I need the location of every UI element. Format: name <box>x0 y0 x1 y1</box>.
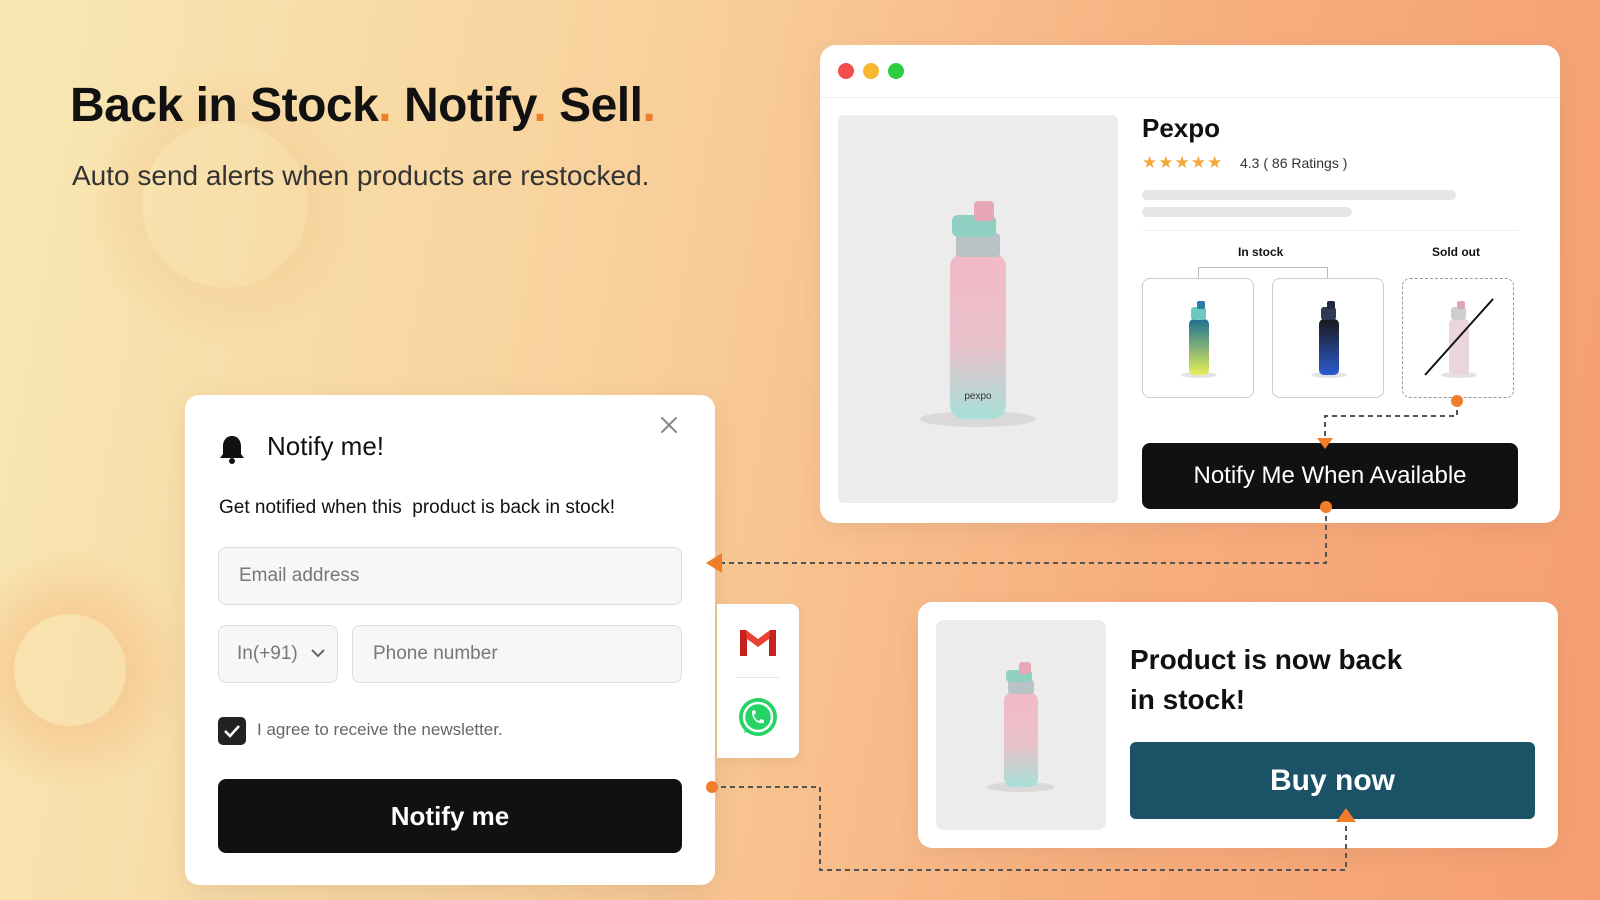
window-close-dot[interactable] <box>838 63 854 79</box>
restock-product-image <box>936 620 1106 830</box>
bottle-thumb-icon <box>1181 301 1217 378</box>
variant-navy-blue[interactable] <box>1272 278 1384 398</box>
bottle-image <box>987 662 1055 792</box>
bottle-image: pexpo <box>920 201 1036 427</box>
variant-yellow-teal[interactable] <box>1142 278 1254 398</box>
country-code-value: In(+91) <box>237 643 298 664</box>
email-field[interactable] <box>218 547 682 605</box>
bottle-brand-text: pexpo <box>964 391 992 402</box>
window-titlebar <box>820 45 1560 98</box>
headline-dot: . <box>533 79 547 132</box>
in-stock-label: In stock <box>1238 245 1284 259</box>
modal-title: Notify me! <box>267 431 385 461</box>
restock-title: Product is now back in stock! <box>1130 644 1403 715</box>
headline-part: Sell <box>559 79 643 132</box>
notify-me-button[interactable]: Notify me <box>218 779 682 853</box>
close-icon[interactable] <box>657 413 681 437</box>
bottle-thumb-icon <box>1311 301 1347 378</box>
placeholder-line <box>1142 207 1352 217</box>
hero-subheadline: Auto send alerts when products are resto… <box>72 160 650 191</box>
hero-headline: Back in Stock. Notify. Sell. <box>70 78 656 133</box>
window-maximize-dot[interactable] <box>888 63 904 79</box>
window-minimize-dot[interactable] <box>863 63 879 79</box>
rating-text: 4.3 ( 86 Ratings ) <box>1240 155 1348 171</box>
headline-part: Notify <box>403 79 534 132</box>
buy-now-button[interactable]: Buy now <box>1130 742 1535 819</box>
whatsapp-icon <box>739 698 777 736</box>
sold-out-label: Sold out <box>1432 245 1480 259</box>
divider <box>737 677 779 678</box>
headline-part: Back in Stock <box>70 79 379 132</box>
gmail-icon <box>740 630 776 656</box>
modal-description: Get notified when this product is back i… <box>219 497 616 518</box>
variant-sold-out[interactable] <box>1402 278 1514 398</box>
checkmark-icon <box>224 725 240 738</box>
product-title: Pexpo <box>1142 113 1221 143</box>
bottle-thumb-icon <box>1424 298 1494 378</box>
phone-field[interactable] <box>352 625 682 683</box>
newsletter-label: I agree to receive the newsletter. <box>257 720 503 739</box>
newsletter-checkbox[interactable] <box>218 717 246 745</box>
restock-notification-card: Product is now back in stock! Buy now <box>918 602 1558 848</box>
product-page-window: pexpo Pexpo ★★★★★ 4.3 ( 86 Ratings ) In … <box>820 45 1560 523</box>
notification-channels <box>717 604 799 758</box>
product-main-image: pexpo <box>838 115 1118 503</box>
notify-when-available-button[interactable]: Notify Me When Available <box>1142 443 1518 509</box>
placeholder-line <box>1142 190 1456 200</box>
headline-dot: . <box>642 79 656 132</box>
bell-icon <box>220 436 244 464</box>
country-code-select[interactable]: In(+91) <box>218 625 338 683</box>
notify-modal: Notify me! Get notified when this produc… <box>185 395 715 885</box>
chevron-down-icon <box>311 649 325 658</box>
rating-stars-icon: ★★★★★ <box>1142 153 1224 172</box>
headline-dot: . <box>378 79 392 132</box>
divider <box>1142 230 1518 231</box>
decorative-dots <box>0 540 200 800</box>
